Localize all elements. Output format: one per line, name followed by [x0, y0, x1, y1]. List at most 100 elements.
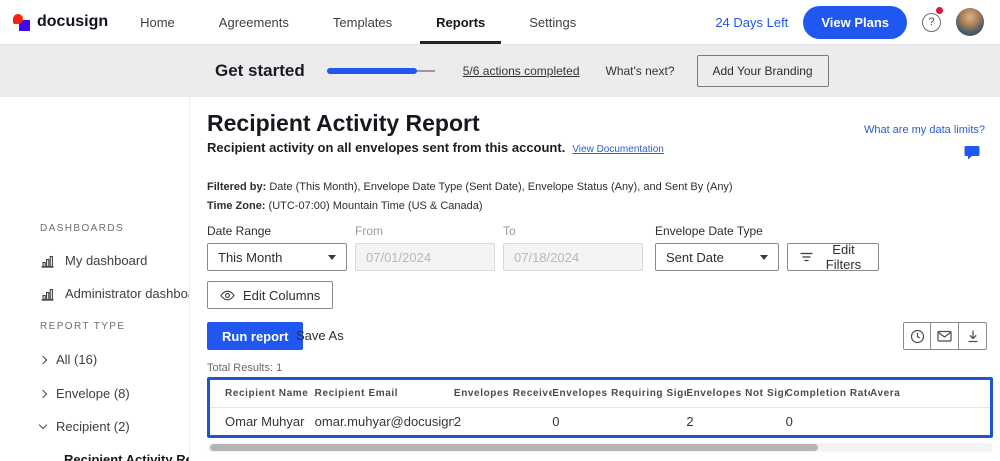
sidebar-item-recipient-activity-report[interactable]: Recipient Activity Report [64, 452, 189, 461]
sidebar-item-label: All (16) [56, 352, 98, 367]
envelope-date-type-value: Sent Date [666, 249, 724, 265]
column-completion-rate[interactable]: Completion Rate [786, 388, 870, 399]
from-date-input [355, 243, 495, 271]
help-button[interactable]: ? [922, 6, 943, 32]
sidebar-item-envelope[interactable]: Envelope (8) [38, 386, 130, 401]
report-type-heading: REPORT TYPE [40, 321, 126, 332]
reports-sidebar: DASHBOARDS My dashboard Administrator da… [0, 97, 190, 461]
nav-reports-label: Reports [436, 14, 486, 30]
schedule-button[interactable] [903, 322, 931, 350]
save-as-button[interactable]: Save As [296, 328, 344, 343]
column-envelopes-received[interactable]: Envelopes Received [454, 388, 552, 399]
column-label: Envelopes Not Signed [686, 388, 785, 399]
sidebar-item-label: Recipient (2) [56, 419, 130, 434]
whats-next-label: What's next? [605, 64, 675, 78]
view-documentation-link[interactable]: View Documentation [572, 144, 664, 155]
view-plans-button[interactable]: View Plans [803, 5, 907, 39]
subtitle-row: Recipient activity on all envelopes sent… [207, 140, 664, 155]
actions-completed-link[interactable]: 5/6 actions completed [463, 64, 580, 78]
sidebar-item-label: Envelope (8) [56, 386, 130, 401]
sidebar-item-all[interactable]: All (16) [38, 352, 98, 367]
envelope-date-type-label: Envelope Date Type [655, 224, 763, 238]
progress-fill [326, 68, 417, 74]
nav-reports[interactable]: Reports [414, 0, 507, 44]
cell-completion-rate: 0 [785, 414, 793, 429]
results-table: Recipient Name Recipient Email Envelopes… [207, 377, 993, 438]
caret-down-icon [328, 254, 336, 260]
horizontal-scrollbar [207, 443, 993, 452]
app-window: docusign Home Agreements Templates Repor… [0, 0, 1000, 461]
date-range-value: This Month [218, 249, 283, 265]
column-recipient-email[interactable]: Recipient Email [315, 388, 454, 399]
table-header-row: Recipient Name Recipient Email Envelopes… [210, 380, 990, 408]
column-envelopes-requiring-signature[interactable]: Envelopes Requiring Signature [552, 388, 686, 399]
to-label: To [503, 224, 516, 238]
docusign-logo[interactable]: docusign [13, 13, 108, 31]
cell-envelopes-not-signed: 2 [686, 414, 694, 429]
user-avatar[interactable] [956, 8, 984, 36]
nav-settings[interactable]: Settings [507, 0, 598, 44]
cell-recipient-name: Omar Muhyar [225, 414, 305, 429]
question-mark-icon: ? [928, 16, 935, 28]
envelope-icon [937, 330, 952, 342]
notification-dot [936, 6, 943, 14]
nav-templates[interactable]: Templates [311, 0, 414, 44]
column-envelopes-not-signed[interactable]: Envelopes Not Signed [686, 388, 785, 399]
email-report-button[interactable] [931, 322, 959, 350]
table-row[interactable]: Omar Muhyar omar.muhyar@docusign.com 2 0… [210, 408, 990, 435]
caret-down-icon [760, 254, 768, 260]
column-recipient-name[interactable]: Recipient Name [225, 388, 315, 399]
timezone-label: Time Zone: [207, 200, 266, 212]
filtered-by-value: Date (This Month), Envelope Date Type (S… [266, 181, 733, 193]
download-icon [966, 329, 980, 343]
sidebar-item-label: Administrator dashboard [65, 286, 189, 301]
sidebar-item-my-dashboard[interactable]: My dashboard [40, 253, 147, 268]
to-date-input [503, 243, 643, 271]
column-label: Avera [870, 388, 901, 399]
add-branding-button[interactable]: Add Your Branding [696, 55, 829, 87]
filter-icon [800, 251, 813, 263]
envelope-date-type-select[interactable]: Sent Date [655, 243, 779, 271]
primary-nav: Home Agreements Templates Reports Settin… [118, 0, 598, 44]
sidebar-item-label: My dashboard [65, 253, 148, 268]
chat-icon[interactable] [964, 145, 980, 160]
bar-chart-icon [40, 254, 55, 268]
date-range-select[interactable]: This Month [207, 243, 347, 271]
data-limits-link[interactable]: What are my data limits? [864, 124, 985, 136]
report-toolbar [903, 322, 987, 350]
edit-filters-button[interactable]: Edit Filters [787, 242, 879, 272]
sidebar-item-label: Recipient Activity Report [64, 452, 189, 461]
edit-columns-label: Edit Columns [243, 287, 321, 303]
nav-home[interactable]: Home [118, 0, 197, 44]
chevron-down-icon [38, 420, 48, 430]
total-results: Total Results: 1 [207, 362, 283, 374]
nav-agreements[interactable]: Agreements [197, 0, 311, 44]
date-range-label: Date Range [207, 224, 272, 238]
scrollbar-thumb[interactable] [210, 444, 818, 451]
run-report-button[interactable]: Run report [207, 322, 304, 350]
report-main: Recipient Activity Report Recipient acti… [190, 97, 1000, 461]
trial-days-left[interactable]: 24 Days Left [715, 15, 788, 30]
active-tab-underline [420, 41, 502, 44]
edit-columns-button[interactable]: Edit Columns [207, 281, 334, 309]
bar-chart-icon [40, 287, 55, 301]
column-average-truncated[interactable]: Avera [870, 388, 990, 399]
filtered-by-label: Filtered by: [207, 181, 267, 193]
column-label: Recipient Name [225, 388, 309, 399]
get-started-banner: Get started 5/6 actions completed What's… [0, 45, 1000, 97]
column-label: Recipient Email [314, 388, 399, 399]
edit-filters-label: Edit Filters [825, 242, 862, 272]
chevron-right-icon [38, 355, 48, 364]
sidebar-item-admin-dashboard[interactable]: Administrator dashboard [40, 286, 189, 301]
top-navbar: docusign Home Agreements Templates Repor… [0, 0, 1000, 45]
cell-envelopes-received: 2 [453, 414, 462, 429]
column-label: Completion Rate [785, 388, 870, 399]
sidebar-item-recipient[interactable]: Recipient (2) [38, 419, 130, 434]
column-label: Envelopes Received [453, 388, 553, 399]
download-report-button[interactable] [959, 322, 987, 350]
report-description: Recipient activity on all envelopes sent… [207, 140, 566, 155]
chevron-right-icon [38, 389, 48, 398]
brand-name: docusign [37, 13, 109, 30]
get-started-title: Get started [215, 61, 305, 80]
clock-icon [910, 329, 925, 344]
